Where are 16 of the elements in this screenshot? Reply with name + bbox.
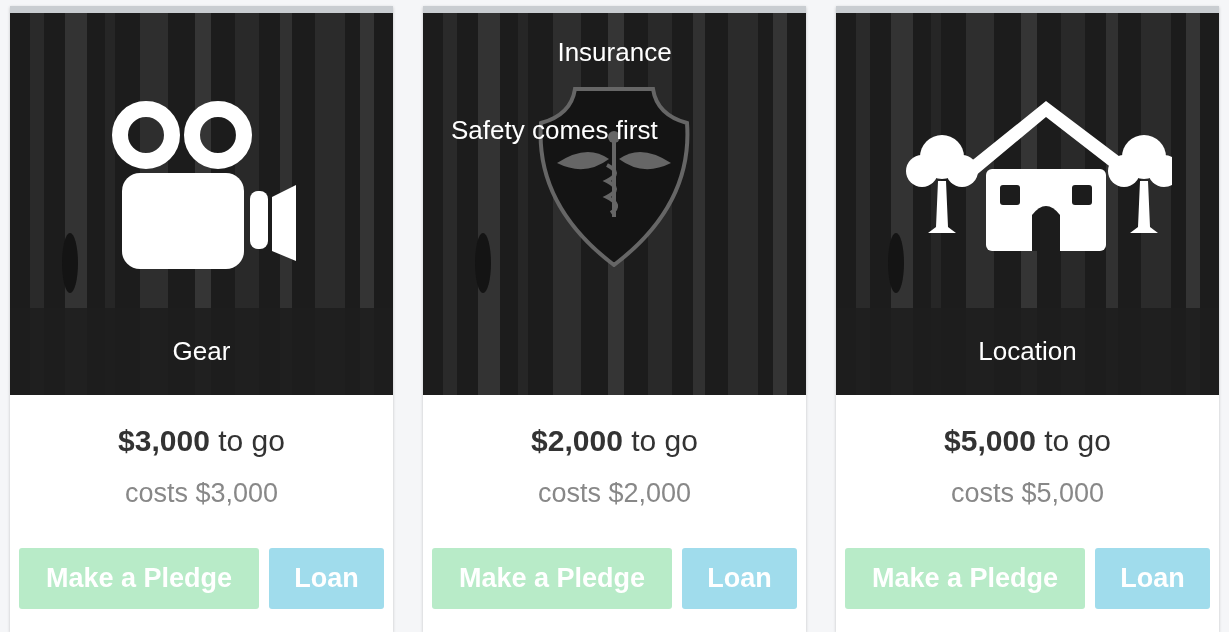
card-title: Gear (172, 335, 231, 368)
total-cost: costs $5,000 (950, 477, 1105, 510)
card-subtitle: Safety comes first (451, 114, 658, 147)
pledge-button[interactable]: Make a Pledge (845, 548, 1085, 609)
amount-to-go: $3,000 to go (118, 423, 285, 459)
amount-to-go: $5,000 to go (944, 423, 1111, 459)
pledge-button[interactable]: Make a Pledge (432, 548, 672, 609)
total-cost: costs $2,000 (537, 477, 692, 510)
loan-button[interactable]: Loan (1095, 548, 1210, 609)
pledge-button[interactable]: Make a Pledge (19, 548, 259, 609)
amount-to-go: $2,000 to go (531, 423, 698, 459)
loan-button[interactable]: Loan (269, 548, 384, 609)
card-title: Location (978, 335, 1077, 368)
card-title: Insurance (557, 36, 672, 69)
total-cost: costs $3,000 (124, 477, 279, 510)
loan-button[interactable]: Loan (682, 548, 797, 609)
